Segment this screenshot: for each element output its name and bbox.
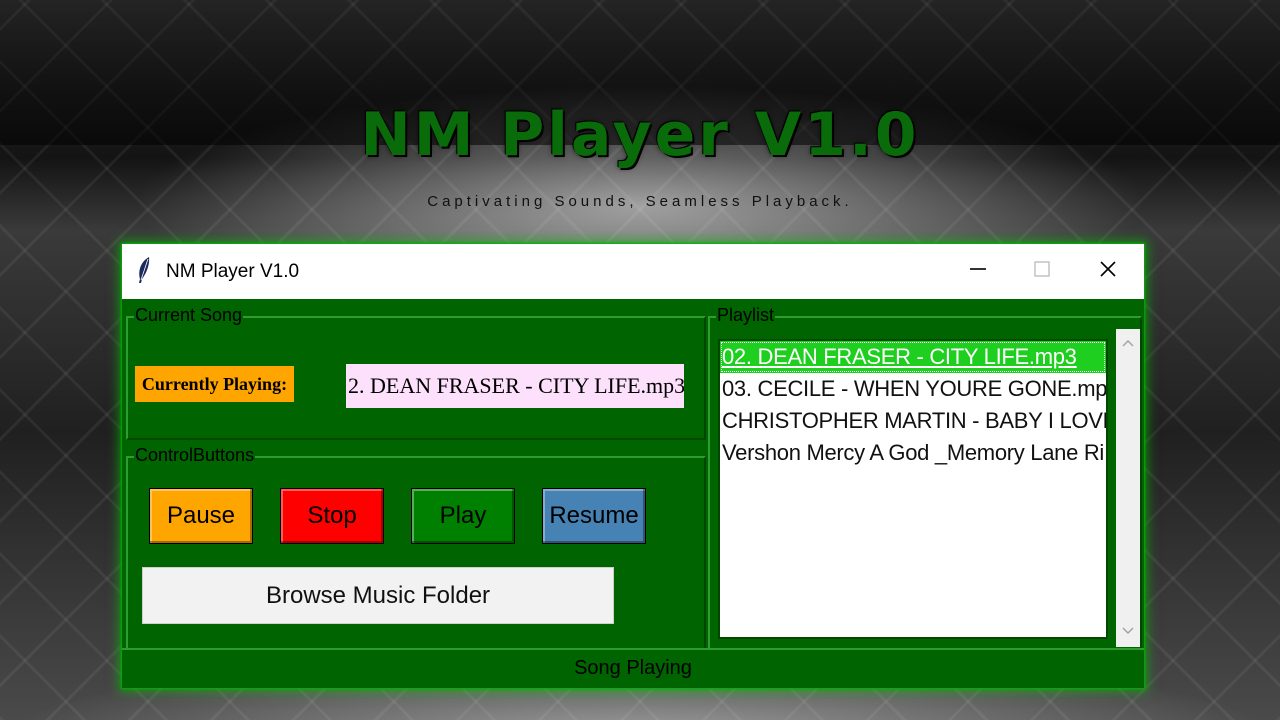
current-song-group-label: Current Song: [134, 305, 244, 326]
stop-button[interactable]: Stop: [280, 488, 384, 544]
playlist-scrollbar[interactable]: [1116, 329, 1140, 647]
control-buttons-group-label: ControlButtons: [134, 445, 256, 466]
playlist-item[interactable]: Vershon Mercy A God _Memory Lane Ri: [720, 437, 1106, 469]
close-button[interactable]: [1076, 244, 1140, 299]
playlist-item[interactable]: CHRISTOPHER MARTIN - BABY I LOVE: [720, 405, 1106, 437]
window-title: NM Player V1.0: [166, 261, 300, 282]
playlist-listbox[interactable]: 02. DEAN FRASER - CITY LIFE.mp3 03. CECI…: [718, 339, 1108, 639]
window-content: Current Song Currently Playing: 2. DEAN …: [122, 299, 1144, 688]
playlist-item[interactable]: 03. CECILE - WHEN YOURE GONE.mp3: [720, 373, 1106, 405]
feather-icon: [136, 256, 152, 289]
playlist-group-label: Playlist: [716, 305, 776, 326]
pause-button[interactable]: Pause: [149, 488, 253, 544]
scroll-up-icon[interactable]: [1122, 337, 1134, 349]
app-window: NM Player V1.0 Current Song Currently Pl…: [122, 244, 1144, 688]
currently-playing-label: Currently Playing:: [135, 366, 294, 402]
minimize-icon: [969, 260, 987, 283]
scroll-down-icon[interactable]: [1122, 625, 1134, 637]
current-song-display: 2. DEAN FRASER - CITY LIFE.mp3: [346, 364, 684, 408]
title-bar[interactable]: NM Player V1.0: [122, 244, 1144, 299]
resume-button[interactable]: Resume: [542, 488, 646, 544]
playlist-item-selected[interactable]: 02. DEAN FRASER - CITY LIFE.mp3: [720, 341, 1106, 373]
hero-title: NM Player V1.0: [360, 100, 920, 170]
hero-subtitle: Captivating Sounds, Seamless Playback.: [427, 193, 853, 210]
playlist-item-label: 02. DEAN FRASER - CITY LIFE.mp3: [722, 344, 1077, 369]
maximize-icon: [1033, 260, 1051, 283]
minimize-button[interactable]: [946, 244, 1010, 299]
maximize-button[interactable]: [1010, 244, 1074, 299]
play-button[interactable]: Play: [411, 488, 515, 544]
status-bar: Song Playing: [122, 648, 1144, 688]
close-icon: [1099, 260, 1117, 283]
browse-music-folder-button[interactable]: Browse Music Folder: [142, 567, 614, 624]
